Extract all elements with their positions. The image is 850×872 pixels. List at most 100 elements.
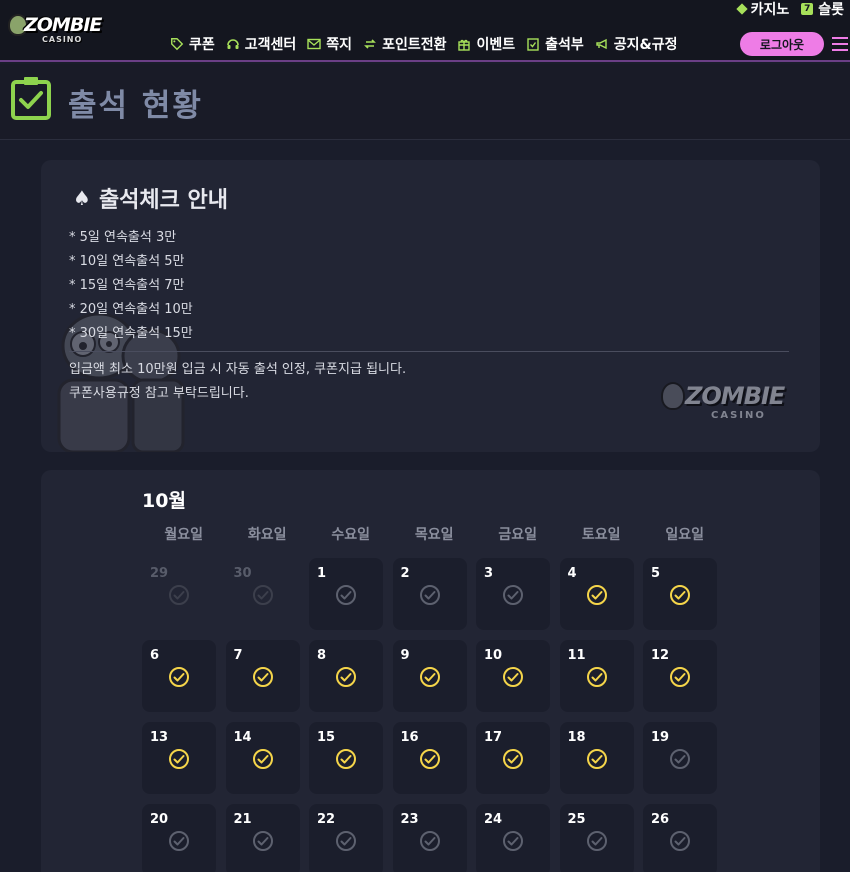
calendar-day-number: 29 [150,566,169,581]
nav-item-coupon[interactable]: 쿠폰 [170,34,215,54]
calendar-day-number: 22 [317,812,336,827]
reward-rule: * 10일 연속출석 5만 [69,254,185,269]
calendar-day: 21 [225,804,300,872]
zombie-casino-logo[interactable]: ZOMBIE CASINO [6,8,102,46]
top-link-slot[interactable]: 7 슬롯 [801,0,844,19]
reward-rules-list: * 5일 연속출석 3만 * 10일 연속출석 5만 * 15일 연속출석 7만… [69,226,193,346]
nav-item-label: 쿠폰 [189,37,215,53]
watermark-logo-subtext: CASINO [711,410,766,421]
nav-item-attendance[interactable]: 출석부 [526,34,584,54]
calendar-day: 25 [559,804,634,872]
unchecked-circle-icon [503,585,523,605]
info-heading: ♠ 출석체크 안내 [73,182,228,214]
calendar-day-number: 10 [484,648,503,663]
weekday-label: 화요일 [247,527,287,543]
unchecked-circle-icon [503,831,523,851]
checked-circle-icon [670,667,690,687]
nav-item-event[interactable]: 이벤트 [457,34,515,54]
calendar-day: 12 [643,640,717,712]
calendar-day: 5 [643,558,717,630]
exchange-icon [364,39,376,49]
checked-circle-icon [503,667,523,687]
logo-subtext: CASINO [42,35,83,44]
checked-circle-icon [252,667,273,687]
gift-icon [458,39,471,51]
checked-circle-icon [419,667,440,687]
calendar-day-number: 12 [651,648,670,663]
calendar-day: 11 [559,640,634,712]
attendance-calendar: 10월 월요일 화요일 수요일 목요일 금요일 토요일 일요일 29 30 1 2 3 4… [41,470,820,872]
diamond-icon [735,3,748,15]
checked-circle-icon [503,749,523,769]
unchecked-circle-icon [670,749,690,769]
calendar-day: 9 [392,640,467,712]
nav-item-label: 고객센터 [244,37,297,53]
logout-button[interactable]: 로그아웃 [740,32,824,56]
nav-item-label: 쪽지 [326,37,353,53]
calendar-day-number: 15 [317,730,336,745]
reward-rule: * 20일 연속출석 10만 [69,302,193,317]
checked-circle-icon [169,667,189,687]
calendar-day: 1 [309,558,383,630]
logo-text: ZOMBIE [24,14,102,36]
checked-circle-icon [336,667,356,687]
watermark-logo-text: ZOMBIE [685,382,785,410]
page-title-bar: 출석 현황 [0,64,850,140]
nav-item-support[interactable]: 고객센터 [226,34,297,54]
top-link-casino[interactable]: 카지노 [735,0,790,19]
unchecked-circle-icon [586,831,607,851]
menu-icon[interactable] [832,37,848,51]
calendar-day-number: 23 [400,812,419,827]
calendar-day-number: 11 [567,648,586,663]
calendar-day: 17 [476,722,550,794]
calendar-day: 26 [643,804,717,872]
checked-circle-icon [336,749,356,769]
calendar-day: 16 [392,722,467,794]
calendar-day-number: 7 [233,648,243,663]
calendar-day: 13 [142,722,216,794]
unchecked-circle-icon [336,585,356,605]
top-link-label: 카지노 [750,2,790,18]
calendar-day-number: 17 [484,730,503,745]
reward-rule: * 15일 연속출석 7만 [69,278,185,293]
calendar-month: 10월 [142,490,186,512]
zombie-head-icon [661,382,685,410]
calendar-day: 19 [643,722,717,794]
calendar-day-number: 24 [484,812,503,827]
unchecked-circle-icon [252,585,273,605]
calendar-day-number: 13 [150,730,169,745]
nav-item-notice[interactable]: 공지&규정 [595,34,678,54]
calendar-day-number: 9 [400,648,410,663]
info-notes: 입금액 최소 10만원 입금 시 자동 출석 인정, 쿠폰지급 됩니다. 쿠폰사… [69,358,406,406]
checked-circle-icon [169,749,189,769]
unchecked-circle-icon [252,831,273,851]
nav-item-label: 포인트전환 [382,37,447,53]
info-heading-text: 출석체크 안내 [98,188,229,213]
calendar-day-number: 19 [651,730,670,745]
divider [69,351,789,352]
calendar-day: 3 [476,558,550,630]
calendar-day-number: 3 [484,566,494,581]
weekday-label: 토요일 [581,527,621,543]
calendar-day: 6 [142,640,216,712]
checked-circle-icon [419,749,440,769]
calendar-day: 18 [559,722,634,794]
weekday-label: 금요일 [498,527,538,543]
calendar-day-number: 14 [233,730,252,745]
calendar-day-number: 21 [233,812,252,827]
info-note: 쿠폰사용규정 참고 부탁드립니다. [69,386,249,401]
calendar-day-number: 6 [150,648,160,663]
reward-rule: * 5일 연속출석 3만 [69,230,177,245]
unchecked-circle-icon [419,831,440,851]
unchecked-circle-icon [169,831,189,851]
calendar-day: 7 [225,640,300,712]
nav-item-message[interactable]: 쪽지 [307,34,352,54]
mail-icon [307,38,321,50]
nav-item-label: 공지&규정 [613,37,678,53]
nav-item-point-exchange[interactable]: 포인트전환 [363,34,446,54]
calendar-day: 20 [142,804,216,872]
calendar-day-number: 25 [567,812,586,827]
reward-rule: * 30일 연속출석 15만 [69,326,193,341]
top-links: 카지노 7 슬롯 [735,0,844,19]
weekday-label: 목요일 [414,527,454,543]
